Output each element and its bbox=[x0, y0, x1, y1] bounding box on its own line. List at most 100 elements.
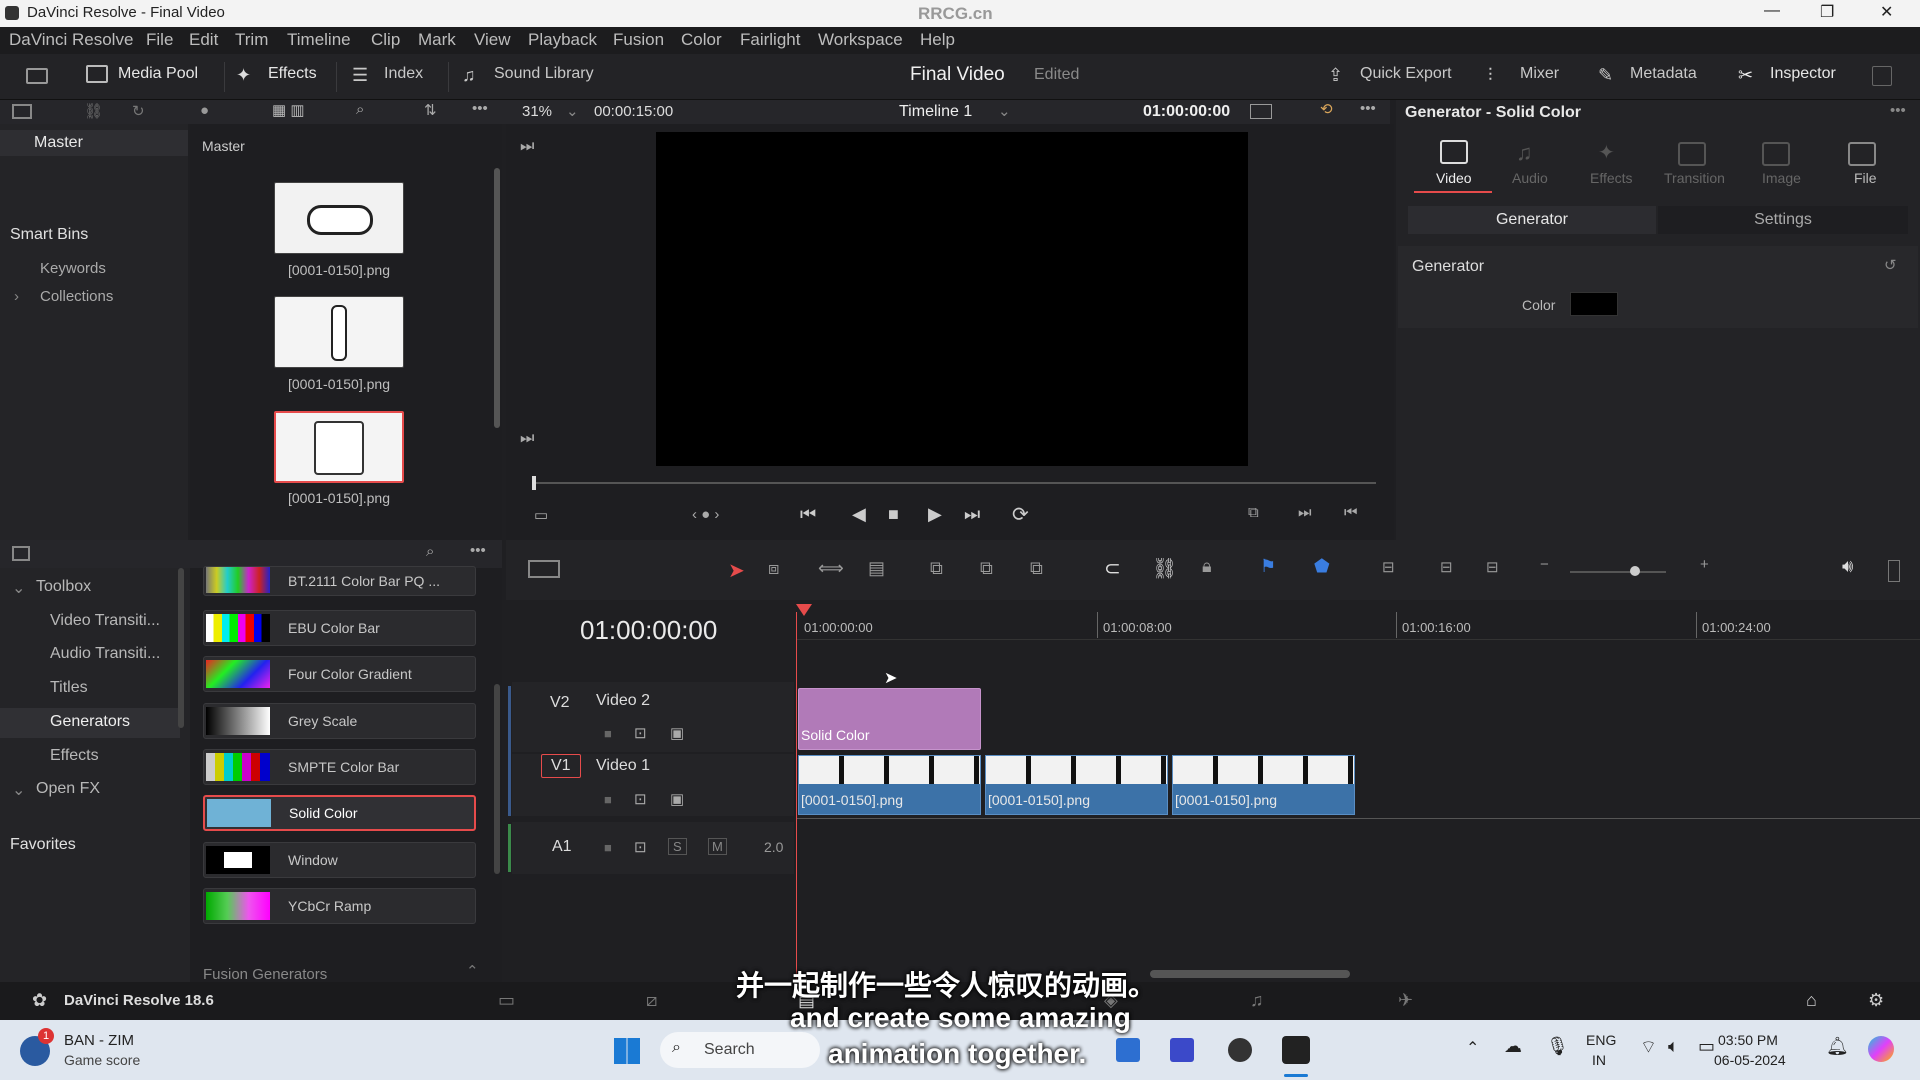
menu-view[interactable]: View bbox=[474, 30, 511, 50]
clip-thumbnail-console-side[interactable] bbox=[274, 296, 404, 368]
effects-item[interactable]: Effects bbox=[50, 747, 99, 765]
menu-fairlight[interactable]: Fairlight bbox=[740, 30, 800, 50]
titles-item[interactable]: Titles bbox=[50, 679, 88, 697]
marker-icon[interactable]: ⬟ bbox=[1314, 556, 1330, 577]
zoom-level[interactable]: 31% bbox=[522, 103, 552, 120]
generator-smpte-color-bar[interactable]: SMPTE Color Bar bbox=[203, 749, 476, 785]
sort-icon[interactable]: ⇅ bbox=[424, 101, 437, 119]
monitor-icon[interactable] bbox=[26, 68, 48, 84]
quick-export-button[interactable]: ⇪ Quick Export bbox=[1328, 65, 1452, 85]
menu-help[interactable]: Help bbox=[920, 30, 955, 50]
close-button[interactable]: ✕ bbox=[1880, 2, 1893, 22]
tab-image[interactable]: Image bbox=[1762, 170, 1801, 186]
inspector-more-icon[interactable]: ••• bbox=[1890, 102, 1906, 119]
metadata-button[interactable]: ✎ Metadata bbox=[1598, 65, 1697, 85]
minimize-button[interactable]: — bbox=[1764, 2, 1780, 20]
zoom-out-icon[interactable]: − bbox=[1540, 556, 1549, 573]
sync-icon[interactable]: ↻ bbox=[132, 102, 145, 120]
image-tab-icon[interactable] bbox=[1762, 142, 1790, 166]
generator-four-color-gradient[interactable]: Four Color Gradient bbox=[203, 656, 476, 692]
cloud-icon[interactable]: ☁ bbox=[1504, 1036, 1522, 1057]
menu-edit[interactable]: Edit bbox=[189, 30, 218, 50]
media-page-icon[interactable]: ▭ bbox=[498, 990, 515, 1011]
video-transitions-item[interactable]: Video Transiti... bbox=[50, 612, 160, 630]
dot-icon[interactable]: ● bbox=[200, 102, 209, 119]
viewer-more-icon[interactable]: ••• bbox=[1360, 100, 1376, 117]
zoom-chevron-icon[interactable]: ⌄ bbox=[566, 102, 579, 120]
clip-solid-color[interactable]: Solid Color bbox=[798, 688, 981, 750]
davinci-app-icon[interactable] bbox=[1228, 1038, 1252, 1062]
cut-page-icon[interactable]: ⧄ bbox=[646, 990, 657, 1011]
auto-select-icon[interactable]: ⊡ bbox=[634, 790, 647, 808]
affinity-app-icon[interactable] bbox=[1170, 1038, 1194, 1062]
track-name-v2[interactable]: Video 2 bbox=[596, 692, 650, 710]
effects-tab-icon[interactable]: ✦ bbox=[1598, 140, 1615, 165]
search-icon[interactable]: ⌕ bbox=[426, 543, 434, 560]
copilot-icon[interactable] bbox=[1868, 1036, 1894, 1062]
zoom-detail-icon[interactable]: ⊟ bbox=[1440, 558, 1453, 576]
clip-thumbnail-console[interactable] bbox=[274, 411, 404, 483]
transition-tab-icon[interactable] bbox=[1678, 142, 1706, 166]
zoom-slider[interactable] bbox=[1570, 571, 1666, 573]
home-icon[interactable]: ⌂ bbox=[1806, 990, 1817, 1011]
bypass-icon[interactable]: ⟲ bbox=[1320, 100, 1333, 118]
auto-select-icon[interactable]: ⊡ bbox=[634, 724, 647, 742]
tab-effects[interactable]: Effects bbox=[1590, 170, 1633, 186]
microphone-icon[interactable]: 🎙︎ bbox=[1546, 1036, 1569, 1057]
generator-solid-color[interactable]: Solid Color bbox=[203, 795, 476, 831]
jog-icon[interactable]: ‹ ● › bbox=[692, 506, 719, 523]
store-app-icon[interactable] bbox=[1116, 1038, 1140, 1062]
match-frame-icon[interactable]: ⧉ bbox=[1248, 504, 1259, 521]
trim-tool-icon[interactable]: ⧈ bbox=[768, 558, 779, 579]
notification-icon[interactable]: 🔔︎ bbox=[1826, 1036, 1849, 1057]
timeline-chevron-icon[interactable]: ⌄ bbox=[998, 102, 1011, 120]
inspector-button[interactable]: ✂ Inspector bbox=[1738, 65, 1836, 85]
clip-thumbnail-controller[interactable] bbox=[274, 182, 404, 254]
subtab-settings[interactable]: Settings bbox=[1658, 206, 1908, 234]
music-icon[interactable]: ♫ bbox=[1516, 140, 1533, 166]
viewer-options-icon[interactable] bbox=[1250, 104, 1272, 119]
first-frame-button[interactable]: ⏮ bbox=[800, 504, 816, 525]
fusion-generators-heading[interactable]: Fusion Generators bbox=[203, 966, 327, 983]
snapping-icon[interactable]: ⊂ bbox=[1104, 556, 1121, 581]
skip-end-icon[interactable]: ⏭ bbox=[520, 430, 534, 448]
scrollbar[interactable] bbox=[494, 168, 500, 428]
search-icon[interactable]: ⌕ bbox=[356, 101, 364, 118]
panel-toggle-icon[interactable] bbox=[12, 546, 30, 561]
volume-icon[interactable]: 🔊︎ bbox=[1842, 556, 1853, 577]
reset-icon[interactable]: ↺ bbox=[1884, 256, 1897, 274]
dynamic-trim-icon[interactable]: ⟺ bbox=[818, 558, 844, 579]
grid-view-icon[interactable]: ▦ ▥ bbox=[272, 101, 305, 119]
clip-video-3[interactable]: [0001-0150].png bbox=[1172, 755, 1355, 815]
flag-icon[interactable]: ⚑ bbox=[1260, 556, 1276, 577]
blade-tool-icon[interactable]: ▤ bbox=[868, 558, 885, 579]
menu-timeline[interactable]: Timeline bbox=[287, 30, 351, 50]
generator-ebu-color-bar[interactable]: EBU Color Bar bbox=[203, 610, 476, 646]
link-icon[interactable]: ⛓ bbox=[84, 102, 103, 120]
scrub-handle[interactable] bbox=[532, 476, 536, 490]
selection-tool-icon[interactable]: ➤ bbox=[728, 558, 745, 583]
resolve-app-icon[interactable] bbox=[1282, 1036, 1310, 1064]
more-icon[interactable]: ••• bbox=[470, 542, 486, 559]
play-button[interactable]: ▶ bbox=[928, 504, 942, 525]
scrollbar[interactable] bbox=[178, 568, 184, 728]
clip-video-1[interactable]: [0001-0150].png bbox=[798, 755, 981, 815]
index-button[interactable]: ☰ Index bbox=[352, 65, 423, 85]
clock-time[interactable]: 03:50 PM bbox=[1718, 1032, 1778, 1048]
generator-ycbcr-ramp[interactable]: YCbCr Ramp bbox=[203, 888, 476, 924]
expand-icon[interactable] bbox=[1872, 66, 1892, 86]
timeline-scrollbar[interactable] bbox=[1150, 970, 1350, 978]
zoom-custom-icon[interactable]: ⊟ bbox=[1486, 558, 1499, 576]
menu-fusion[interactable]: Fusion bbox=[613, 30, 664, 50]
lock-icon[interactable]: ■ bbox=[604, 726, 612, 741]
chevron-up-icon[interactable]: ⌃ bbox=[466, 962, 479, 980]
video-canvas[interactable] bbox=[656, 132, 1248, 466]
stop-button[interactable]: ■ bbox=[888, 504, 899, 525]
windows-start-icon[interactable] bbox=[614, 1038, 640, 1064]
menu-davinci[interactable]: DaVinci Resolve bbox=[9, 30, 133, 50]
menu-workspace[interactable]: Workspace bbox=[818, 30, 903, 50]
file-tab-icon[interactable] bbox=[1848, 142, 1876, 166]
language-top[interactable]: ENG bbox=[1586, 1032, 1616, 1048]
generator-grey-scale[interactable]: Grey Scale bbox=[203, 703, 476, 739]
video-tab-icon[interactable] bbox=[1440, 140, 1468, 164]
